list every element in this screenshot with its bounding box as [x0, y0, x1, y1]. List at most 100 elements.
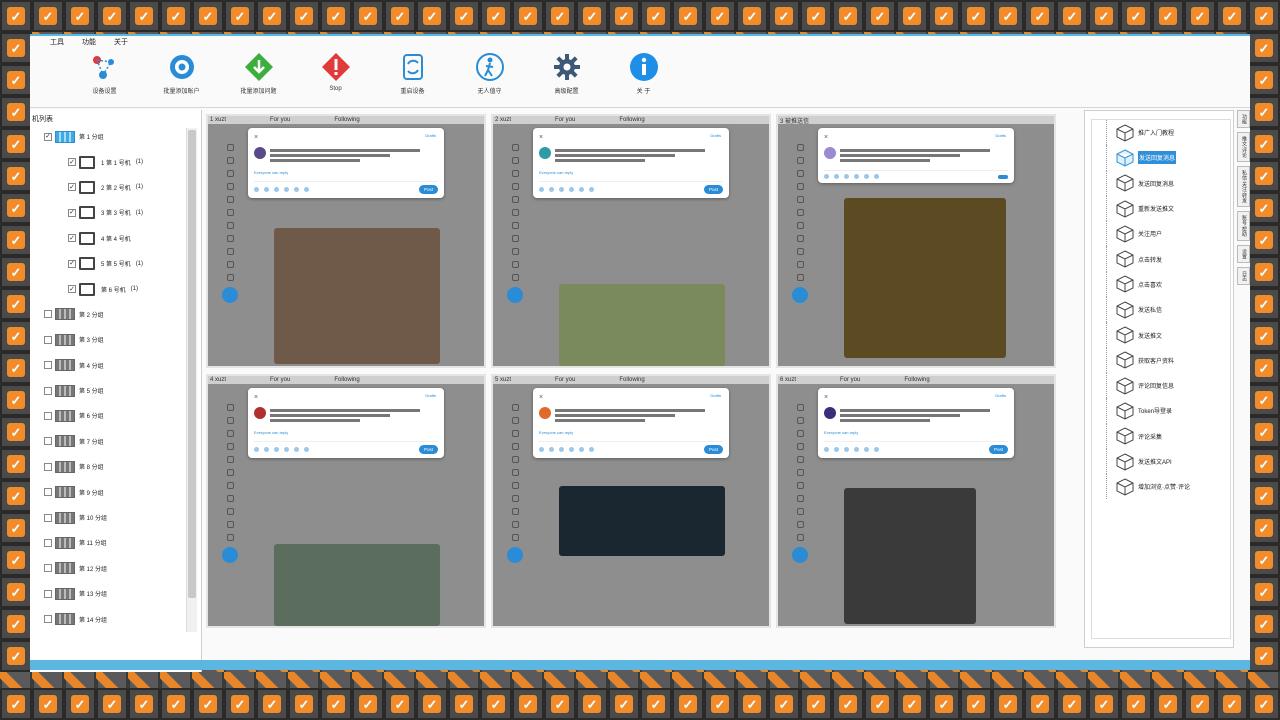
nav-icon[interactable]	[226, 482, 234, 489]
nav-icon[interactable]	[796, 235, 804, 242]
compose-button[interactable]	[792, 547, 808, 563]
post-media[interactable]	[844, 198, 1006, 358]
post-button[interactable]: Post	[703, 445, 723, 454]
nav-icon[interactable]	[511, 274, 519, 281]
tree-scrollbar-thumb[interactable]	[188, 130, 196, 598]
tool-icon[interactable]	[539, 447, 544, 452]
nav-icon[interactable]	[511, 196, 519, 203]
nav-icon[interactable]	[796, 482, 804, 489]
tool-icon[interactable]	[569, 447, 574, 452]
tool-icon[interactable]	[294, 187, 299, 192]
compose-text[interactable]	[555, 407, 705, 424]
reply-setting[interactable]: Everyone can reply	[824, 430, 1008, 435]
nav-icon[interactable]	[796, 521, 804, 528]
reply-setting[interactable]: Everyone can reply	[539, 430, 723, 435]
tree-group[interactable]: 第 7 分组	[44, 429, 201, 454]
device-checkbox[interactable]: ✓	[68, 234, 76, 243]
device-screen[interactable]: 4 xuzt For you Following × Drafts Everyone ca…	[206, 374, 486, 628]
tool-icon[interactable]	[874, 174, 879, 179]
tree-group[interactable]: 第 2 分组	[44, 302, 201, 327]
group-checkbox[interactable]	[44, 615, 52, 624]
nav-icon[interactable]	[226, 235, 234, 242]
nav-icon[interactable]	[796, 261, 804, 268]
device-checkbox[interactable]: ✓	[68, 158, 76, 167]
tool-icon[interactable]	[589, 187, 594, 192]
nav-icon[interactable]	[796, 222, 804, 229]
vertical-tab[interactable]: 功能	[1237, 110, 1250, 128]
nav-icon[interactable]	[226, 469, 234, 476]
nav-icon[interactable]	[796, 534, 804, 541]
group-checkbox[interactable]	[44, 335, 52, 344]
post-media[interactable]	[274, 544, 440, 626]
nav-icon[interactable]	[226, 261, 234, 268]
function-item[interactable]: Token导登录	[1092, 398, 1230, 424]
compose-button[interactable]	[792, 287, 808, 303]
nav-icon[interactable]	[226, 144, 234, 151]
tool-icon[interactable]	[824, 447, 829, 452]
function-item[interactable]: 获取客户资料	[1092, 347, 1230, 374]
tool-icon[interactable]	[589, 447, 594, 452]
nav-icon[interactable]	[796, 469, 804, 476]
nav-icon[interactable]	[511, 157, 519, 164]
nav-icon[interactable]	[796, 183, 804, 190]
reply-setting[interactable]: Everyone can reply	[254, 430, 438, 435]
tab-for-you[interactable]: For you	[555, 377, 575, 383]
vertical-tab[interactable]: 账号·帮助	[1237, 211, 1250, 241]
tool-icon[interactable]	[854, 174, 859, 179]
drafts-link[interactable]: Drafts	[995, 393, 1006, 398]
advanced-config-button[interactable]: 高级配置	[528, 48, 605, 95]
compose-text[interactable]	[840, 147, 990, 164]
compose-button[interactable]	[222, 287, 238, 303]
nav-icon[interactable]	[796, 248, 804, 255]
nav-icon[interactable]	[796, 170, 804, 177]
compose-button[interactable]	[507, 547, 523, 563]
device-checkbox[interactable]: ✓	[68, 183, 76, 192]
tree-group[interactable]: 第 3 分组	[44, 327, 201, 352]
nav-icon[interactable]	[796, 144, 804, 151]
group-checkbox[interactable]	[44, 386, 52, 395]
nav-icon[interactable]	[511, 248, 519, 255]
nav-icon[interactable]	[511, 235, 519, 242]
tab-following[interactable]: Following	[334, 377, 359, 383]
tool-icon[interactable]	[844, 447, 849, 452]
nav-icon[interactable]	[511, 261, 519, 268]
batch-add-accounts-button[interactable]: 批量添加账户	[143, 48, 220, 95]
compose-button[interactable]	[507, 287, 523, 303]
tool-icon[interactable]	[864, 174, 869, 179]
menu-item-function[interactable]: 功能	[82, 37, 96, 47]
tab-for-you[interactable]: For you	[270, 377, 290, 383]
nav-icon[interactable]	[511, 534, 519, 541]
tab-following[interactable]: Following	[619, 117, 644, 123]
nav-icon[interactable]	[511, 443, 519, 450]
post-media[interactable]	[559, 284, 725, 366]
nav-icon[interactable]	[511, 430, 519, 437]
tree-device[interactable]: ✓ 2 第 2 号机 (1)	[44, 175, 201, 200]
nav-icon[interactable]	[226, 495, 234, 502]
device-screen[interactable]: 6 xuzt For you Following × Drafts Everyone ca…	[776, 374, 1056, 628]
tree-device[interactable]: ✓ 4 第 4 号机	[44, 226, 201, 251]
group-checkbox[interactable]: ✓	[44, 132, 52, 141]
tool-icon[interactable]	[874, 447, 879, 452]
nav-icon[interactable]	[796, 404, 804, 411]
tab-following[interactable]: Following	[619, 377, 644, 383]
tool-icon[interactable]	[264, 447, 269, 452]
function-item[interactable]: 点击喜欢	[1092, 271, 1230, 298]
nav-icon[interactable]	[226, 521, 234, 528]
vertical-tab[interactable]: 推文·评论	[1237, 132, 1250, 162]
function-item[interactable]: 推广入门教程	[1092, 120, 1230, 146]
function-item[interactable]: 发送私信	[1092, 297, 1230, 323]
tool-icon[interactable]	[304, 447, 309, 452]
nav-icon[interactable]	[511, 209, 519, 216]
tool-icon[interactable]	[844, 174, 849, 179]
compose-text[interactable]	[555, 147, 705, 164]
nav-icon[interactable]	[226, 222, 234, 229]
batch-add-questions-button[interactable]: 批量添加问题	[220, 48, 297, 95]
nav-icon[interactable]	[511, 469, 519, 476]
function-item[interactable]: 增加浏览·点赞·评论	[1092, 474, 1230, 500]
stop-button[interactable]: Stop	[297, 48, 374, 92]
group-checkbox[interactable]	[44, 589, 52, 598]
nav-icon[interactable]	[796, 508, 804, 515]
nav-icon[interactable]	[796, 196, 804, 203]
nav-icon[interactable]	[226, 417, 234, 424]
post-media[interactable]	[559, 486, 725, 556]
